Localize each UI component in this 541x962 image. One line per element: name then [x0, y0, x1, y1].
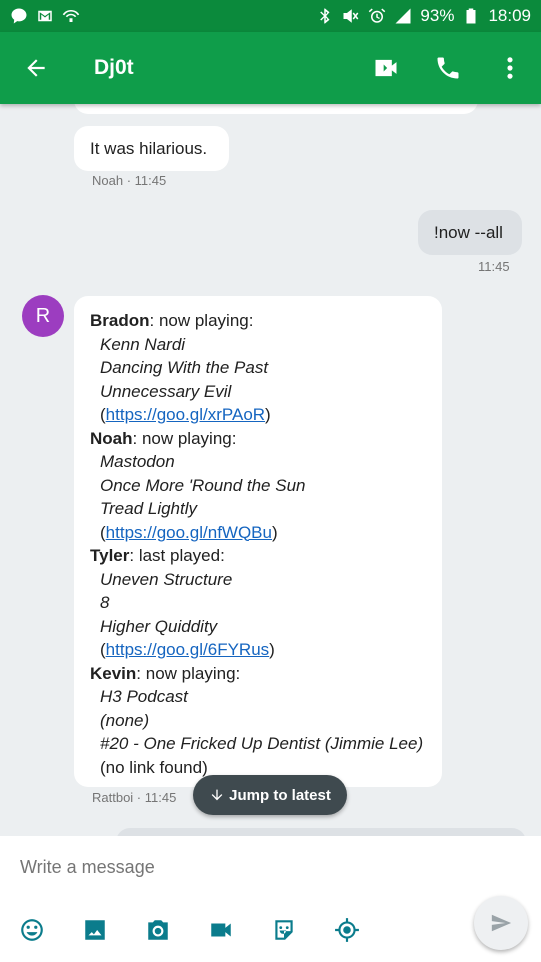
- arrow-down-icon: [211, 789, 223, 801]
- camera-icon: [148, 920, 168, 940]
- avatar-letter: R: [35, 304, 51, 327]
- image-icon: [85, 920, 105, 940]
- message-bubble-noah[interactable]: It was hilarious.: [74, 126, 229, 171]
- message-meta: Noah · 11:45: [92, 173, 167, 188]
- link-line: (https://goo.gl/6FYRus): [100, 640, 275, 659]
- status-time: 18:09: [488, 6, 531, 25]
- entry-header: Kevin: now playing:: [90, 662, 426, 686]
- emoji-button[interactable]: [1, 910, 63, 950]
- video-call-button[interactable]: [355, 32, 417, 104]
- previous-message-bubble: [74, 104, 478, 114]
- jump-to-latest-button[interactable]: Jump to latest: [193, 775, 347, 815]
- bluetooth-icon: [316, 7, 334, 25]
- jump-label: Jump to latest: [229, 786, 331, 804]
- message-bubble-rattboi[interactable]: Bradon: now playing: Kenn Nardi Dancing …: [74, 296, 442, 787]
- user-name: Kevin: [90, 663, 137, 683]
- artist: Mastodon: [100, 452, 175, 471]
- artist: H3 Podcast: [100, 687, 188, 706]
- album: Once More 'Round the Sun: [100, 475, 306, 495]
- app-bar: Dj0t: [0, 32, 541, 104]
- link-line: (https://goo.gl/xrPAoR): [100, 405, 271, 424]
- gmail-notification-icon: [36, 7, 54, 25]
- message-meta: 11:45: [478, 259, 510, 274]
- play-status: : now playing:: [136, 663, 241, 683]
- alarm-icon: [368, 7, 386, 25]
- album: (none): [100, 710, 150, 730]
- send-button[interactable]: [474, 896, 528, 950]
- entry-header: Bradon: now playing:: [90, 309, 426, 333]
- user-name: Tyler: [90, 546, 130, 565]
- user-name: Noah: [90, 428, 133, 448]
- video-button[interactable]: [190, 910, 252, 950]
- arrow-back-icon: [27, 59, 45, 77]
- voice-call-button[interactable]: [417, 32, 479, 104]
- track-link[interactable]: https://goo.gl/6FYRus: [106, 640, 269, 659]
- album: Dancing With the Past: [100, 358, 269, 377]
- send-icon: [491, 914, 512, 932]
- album: 8: [100, 593, 110, 612]
- track: Unnecessary Evil: [100, 381, 232, 401]
- back-button[interactable]: [0, 32, 72, 104]
- mute-icon: [342, 7, 360, 25]
- status-bar: 93% 18:09: [0, 0, 541, 32]
- sticker-icon: [275, 920, 293, 940]
- camera-button[interactable]: [127, 910, 189, 950]
- image-button[interactable]: [64, 910, 126, 950]
- more-vert-icon: [507, 57, 513, 79]
- track-link[interactable]: https://goo.gl/nfWQBu: [106, 523, 272, 542]
- entry-header: Noah: now playing:: [90, 427, 426, 451]
- more-options-button[interactable]: [479, 32, 541, 104]
- track: #20 - One Fricked Up Dentist (Jimmie Lee…: [100, 734, 424, 753]
- entry-header: Tyler: last played:: [90, 544, 426, 568]
- signal-icon: [394, 7, 412, 25]
- avatar[interactable]: R: [22, 295, 64, 337]
- play-status: : now playing:: [132, 428, 237, 448]
- track: Higher Quiddity: [100, 616, 218, 636]
- link-line: (https://goo.gl/nfWQBu): [100, 522, 278, 542]
- videocam-icon: [211, 923, 231, 937]
- compose-bar: [0, 836, 541, 962]
- hotspot-icon: [62, 7, 80, 25]
- play-status: : last played:: [129, 546, 225, 565]
- message-text: It was hilarious.: [90, 139, 208, 158]
- message-bubble-own[interactable]: !now --all: [418, 210, 522, 255]
- artist: Kenn Nardi: [100, 334, 186, 354]
- location-icon: [335, 918, 359, 942]
- conversation-title: Dj0t: [94, 56, 134, 79]
- message-list[interactable]: It was hilarious. Noah · 11:45 !now --al…: [0, 104, 541, 836]
- emoji-icon: [21, 919, 43, 941]
- phone-icon: [437, 57, 459, 79]
- battery-icon: [462, 7, 480, 25]
- message-meta: Rattboi · 11:45: [92, 790, 177, 805]
- message-input[interactable]: [20, 852, 460, 882]
- location-button[interactable]: [316, 910, 378, 950]
- track: Tread Lightly: [100, 499, 198, 518]
- chat-notification-icon: [10, 7, 28, 25]
- artist: Uneven Structure: [100, 569, 233, 589]
- videocam-icon: [375, 59, 397, 77]
- play-status: : now playing:: [149, 311, 254, 330]
- battery-percent: 93%: [420, 6, 455, 25]
- user-name: Bradon: [90, 311, 150, 330]
- sticker-button[interactable]: [253, 910, 315, 950]
- message-text: !now --all: [434, 223, 503, 242]
- next-message-bubble: [116, 828, 526, 836]
- track-link[interactable]: https://goo.gl/xrPAoR: [106, 405, 265, 424]
